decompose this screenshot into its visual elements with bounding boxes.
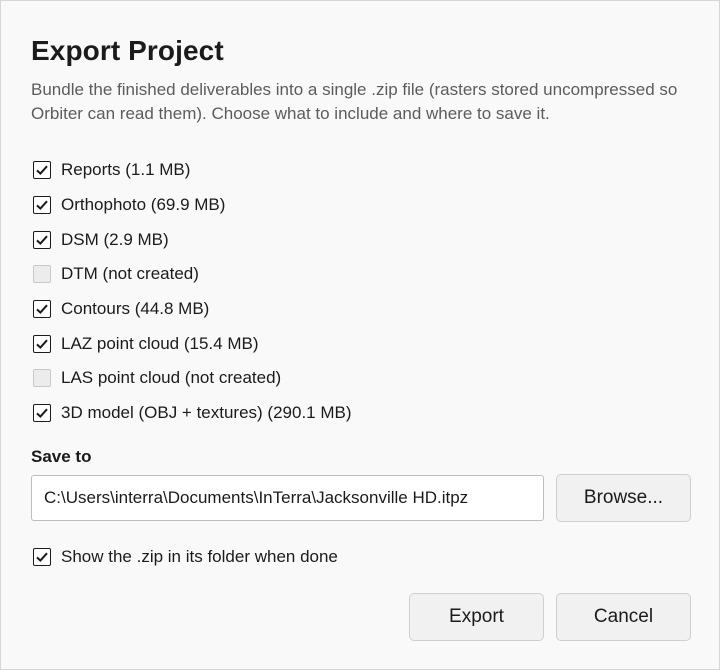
option-3d-model[interactable]: 3D model (OBJ + textures) (290.1 MB) [33,396,693,431]
check-icon [36,408,48,419]
option-dsm[interactable]: DSM (2.9 MB) [33,222,693,257]
check-icon [36,552,48,563]
option-label: DSM (2.9 MB) [61,229,169,249]
option-label: Show the .zip in its folder when done [61,547,338,566]
option-las-point-cloud: LAS point cloud (not created) [33,361,693,396]
option-contours[interactable]: Contours (44.8 MB) [33,292,693,327]
export-button[interactable]: Export [409,593,544,641]
option-label: Contours (44.8 MB) [61,299,210,319]
browse-button[interactable]: Browse... [556,474,691,522]
checkbox [33,369,51,388]
checkbox [33,265,51,284]
check-icon [36,339,48,349]
dialog-title: Export Project [31,35,224,66]
option-label: Reports (1.1 MB) [61,160,191,180]
cancel-button[interactable]: Cancel [556,593,691,641]
checkbox[interactable] [33,404,51,423]
checkbox[interactable] [33,230,51,249]
checkbox[interactable] [33,300,51,319]
option-label: DTM (not created) [61,264,199,284]
dialog-description: Bundle the finished deliverables into a … [31,80,678,123]
option-dtm: DTM (not created) [33,257,693,292]
include-options-list: Reports (1.1 MB) Orthophoto (69.9 MB) DS… [33,153,693,431]
option-label: LAZ point cloud (15.4 MB) [61,333,259,353]
checkbox[interactable] [33,196,51,215]
check-icon [36,304,48,315]
option-label: LAS point cloud (not created) [61,368,282,388]
check-icon [36,165,48,176]
export-project-dialog: Export Project Bundle the finished deliv… [0,0,720,670]
check-icon [36,200,48,211]
option-label: Orthophoto (69.9 MB) [61,195,226,215]
check-icon [36,235,48,245]
checkbox[interactable] [33,161,51,180]
checkbox[interactable] [33,548,51,566]
checkbox[interactable] [33,334,51,353]
show-in-folder-option[interactable]: Show the .zip in its folder when done [33,540,338,574]
save-to-label: Save to [31,447,92,466]
option-orthophoto[interactable]: Orthophoto (69.9 MB) [33,188,693,223]
save-path-input[interactable] [31,475,544,521]
option-reports[interactable]: Reports (1.1 MB) [33,153,693,188]
option-laz-point-cloud[interactable]: LAZ point cloud (15.4 MB) [33,326,693,361]
option-label: 3D model (OBJ + textures) (290.1 MB) [61,403,352,423]
